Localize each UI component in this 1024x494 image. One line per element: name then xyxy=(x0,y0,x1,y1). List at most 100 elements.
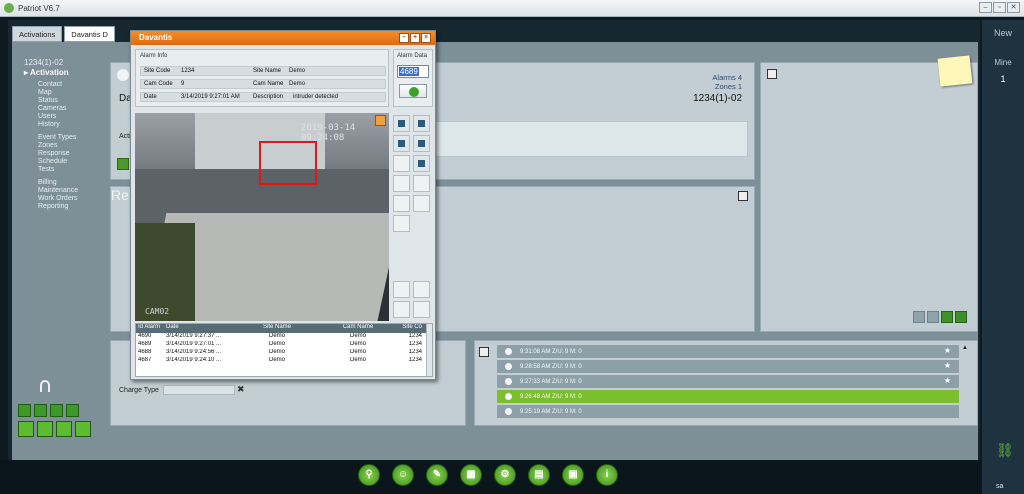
scroll-up-icon[interactable]: ▲ xyxy=(961,345,969,351)
charge-type-select[interactable] xyxy=(163,385,235,395)
arrow-left-button[interactable] xyxy=(913,311,925,323)
tool-button[interactable] xyxy=(66,404,79,417)
confirm-button[interactable] xyxy=(399,84,427,98)
alarm-data-input[interactable]: 4689 xyxy=(397,65,429,78)
nav-item-work-orders[interactable]: Work Orders xyxy=(24,195,104,203)
map-pin-icon[interactable]: ⚲ xyxy=(358,464,380,486)
close-icon[interactable] xyxy=(505,363,512,370)
camera-video[interactable]: 2019-03-14 09:24:08 CAM02 xyxy=(135,113,389,321)
new-label[interactable]: New xyxy=(982,28,1024,38)
nav-item-history[interactable]: History xyxy=(24,121,104,129)
add-button[interactable] xyxy=(941,311,953,323)
close-window-button[interactable]: ✕ xyxy=(1007,2,1020,13)
event-scrollbar[interactable]: ▲ xyxy=(961,345,971,423)
table-row[interactable]: 4687 3/14/2019 9:24:10 ... Demo Demo 123… xyxy=(136,357,432,365)
nav-item-activation[interactable]: ▸ Activation xyxy=(24,68,104,77)
camera-control-button[interactable] xyxy=(413,281,430,298)
camera-control-button[interactable] xyxy=(393,155,410,172)
document-icon[interactable]: ▤ xyxy=(528,464,550,486)
column-header[interactable]: Id Alarm xyxy=(136,324,164,333)
column-header[interactable]: Site Name xyxy=(232,324,320,333)
chain-link-icon[interactable]: ⛓ xyxy=(996,442,1014,459)
settings-icon[interactable]: ⚙ xyxy=(494,464,516,486)
event-row[interactable]: 9:25:19 AM Z/U: 9 M: 0 xyxy=(497,405,959,418)
nav-item-status[interactable]: Status xyxy=(24,97,104,105)
download-button[interactable] xyxy=(955,311,967,323)
tool-button[interactable] xyxy=(34,404,47,417)
nav-item-billing[interactable]: Billing xyxy=(24,179,104,187)
nav-item-map[interactable]: Map xyxy=(24,89,104,97)
close-icon[interactable] xyxy=(117,69,129,81)
column-header[interactable]: Date xyxy=(164,324,232,333)
table-row[interactable]: 4690 3/14/2019 9:27:37 ... Demo Demo 123… xyxy=(136,333,432,341)
event-row-selected[interactable]: 9:26:48 AM Z/U: 9 M: 0 xyxy=(497,390,959,403)
table-row[interactable]: 4688 3/14/2019 9:24:56 ... Demo Demo 123… xyxy=(136,349,432,357)
nav-item-reporting[interactable]: Reporting xyxy=(24,203,104,211)
camera-control-button[interactable] xyxy=(413,301,430,318)
nav-item-event-types[interactable]: Event Types xyxy=(24,134,104,142)
maximize-button[interactable]: ▫ xyxy=(993,2,1006,13)
nav-item-schedule[interactable]: Schedule xyxy=(24,158,104,166)
camera-control-button[interactable] xyxy=(413,175,430,192)
tab-davantis[interactable]: Davantis D xyxy=(64,26,115,42)
table-row[interactable]: 4689 3/14/2019 9:27:01 ... Demo Demo 123… xyxy=(136,341,432,349)
nav-item-users[interactable]: Users xyxy=(24,113,104,121)
camera-control-button[interactable] xyxy=(393,115,410,132)
close-icon[interactable] xyxy=(505,408,512,415)
collapse-icon[interactable] xyxy=(767,69,777,79)
checkmark-icon[interactable] xyxy=(18,421,34,437)
nav-item-contact[interactable]: Contact xyxy=(24,81,104,89)
zoom-icon[interactable] xyxy=(375,115,386,126)
event-row[interactable]: 9:27:33 AM Z/U: 9 M: 0 ★ xyxy=(497,375,959,388)
tool-button[interactable] xyxy=(50,404,63,417)
tab-activations[interactable]: Activations xyxy=(12,26,63,42)
nav-item-response[interactable]: Response xyxy=(24,150,104,158)
wrench-icon[interactable]: ✎ xyxy=(426,464,448,486)
event-row[interactable]: 9:31:08 AM Z/U: 9 M: 0 ★ xyxy=(497,345,959,358)
dialog-minimize-button[interactable]: – xyxy=(399,33,409,43)
edit-button[interactable] xyxy=(117,158,129,170)
pause-icon[interactable] xyxy=(56,421,72,437)
camera-control-button[interactable] xyxy=(393,301,410,318)
table-scrollbar[interactable] xyxy=(426,324,432,376)
dialog-maximize-button[interactable]: + xyxy=(410,33,420,43)
info-icon[interactable]: i xyxy=(596,464,618,486)
transfer-icon[interactable] xyxy=(75,421,91,437)
calculator-icon[interactable]: ▦ xyxy=(460,464,482,486)
clear-charge-button[interactable]: ✖ xyxy=(237,384,245,395)
nav-item-maintenance[interactable]: Maintenance xyxy=(24,187,104,195)
nav-item-cameras[interactable]: Cameras xyxy=(24,105,104,113)
camera-control-button[interactable] xyxy=(413,135,430,152)
lock-icon[interactable]: ▣ xyxy=(562,464,584,486)
camera-control-button[interactable] xyxy=(393,175,410,192)
star-icon[interactable]: ★ xyxy=(944,346,951,355)
arrow-right-button[interactable] xyxy=(927,311,939,323)
camera-control-button[interactable] xyxy=(393,281,410,298)
minimize-button[interactable]: – xyxy=(979,2,992,13)
tool-button[interactable] xyxy=(18,404,31,417)
camera-control-button[interactable] xyxy=(413,195,430,212)
sleep-icon[interactable] xyxy=(37,421,53,437)
event-row[interactable]: 9:28:58 AM Z/U: 9 M: 0 ★ xyxy=(497,360,959,373)
sticky-note-icon[interactable] xyxy=(937,55,973,87)
collapse-icon[interactable] xyxy=(738,191,748,201)
lock-icon[interactable] xyxy=(40,380,50,392)
close-icon[interactable] xyxy=(505,378,512,385)
column-header[interactable]: Cam Name xyxy=(320,324,394,333)
close-icon[interactable] xyxy=(505,393,512,400)
camera-control-button[interactable] xyxy=(413,155,430,172)
nav-item-tests[interactable]: Tests xyxy=(24,166,104,174)
camera-control-button[interactable] xyxy=(393,135,410,152)
mine-label[interactable]: Mine xyxy=(982,58,1024,67)
collapse-icon[interactable] xyxy=(479,347,489,357)
close-icon[interactable] xyxy=(505,348,512,355)
column-header[interactable]: Site Co xyxy=(394,324,424,333)
camera-control-button[interactable] xyxy=(393,195,410,212)
nav-item-zones[interactable]: Zones xyxy=(24,142,104,150)
star-icon[interactable]: ★ xyxy=(944,361,951,370)
dialog-close-button[interactable]: × xyxy=(421,33,431,43)
dialog-header[interactable]: Davantis – + × xyxy=(131,31,435,45)
camera-control-button[interactable] xyxy=(393,215,410,232)
users-icon[interactable]: ☺ xyxy=(392,464,414,486)
camera-control-button[interactable] xyxy=(413,115,430,132)
